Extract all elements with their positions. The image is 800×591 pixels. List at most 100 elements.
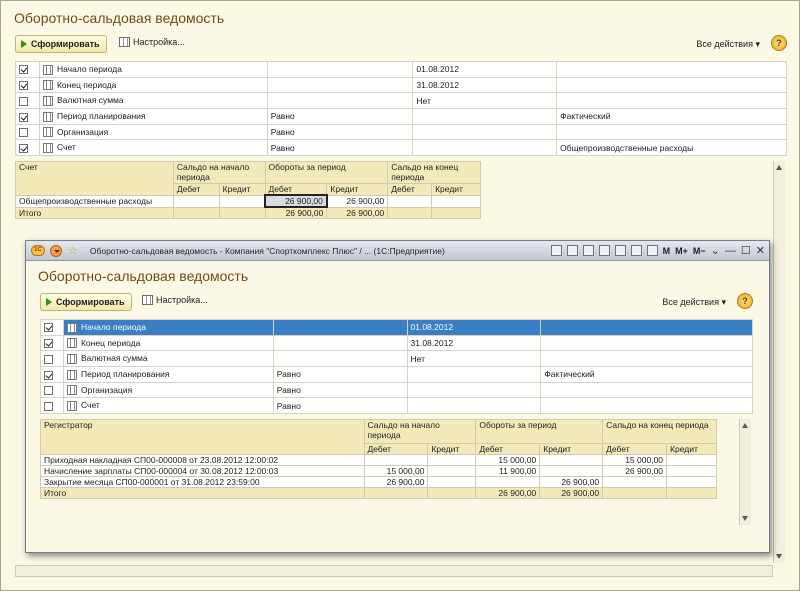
close-icon[interactable]: ✕ (756, 244, 765, 257)
main-horizontal-scrollbar[interactable] (15, 565, 773, 577)
parameter-value[interactable] (406, 381, 542, 399)
parameter-checkbox[interactable] (19, 96, 28, 106)
print-icon[interactable] (566, 245, 578, 256)
parameter-value[interactable]: Нет (412, 92, 558, 110)
parameter-condition[interactable]: Равно (266, 108, 414, 125)
parameter-extra[interactable] (540, 334, 753, 352)
parameter-condition[interactable] (266, 76, 414, 94)
parameter-checkbox[interactable] (44, 386, 53, 396)
parameter-extra[interactable] (556, 92, 787, 110)
parameter-checkbox-cell[interactable] (15, 139, 40, 157)
table-row[interactable]: Приходная накладная СП00-000008 от 23.08… (40, 454, 717, 466)
parameter-extra[interactable] (540, 319, 753, 336)
window-all-actions-menu[interactable]: Все действия (662, 297, 726, 308)
selected-cell[interactable]: 26 900,00 (264, 194, 328, 208)
parameter-checkbox-cell[interactable] (15, 108, 40, 125)
menu-icon[interactable] (50, 244, 62, 257)
parameter-value[interactable] (412, 123, 558, 141)
all-actions-menu[interactable]: Все действия (696, 39, 760, 50)
calculator-icon[interactable] (630, 245, 642, 256)
table-row[interactable]: Закрытие месяца СП00-000001 от 31.08.201… (40, 476, 717, 488)
parameter-value[interactable]: 01.08.2012 (406, 319, 542, 336)
parameter-checkbox[interactable] (44, 323, 53, 333)
parameter-row[interactable]: Начало периода 01.08.2012 (40, 319, 753, 336)
parameter-extra[interactable] (540, 397, 753, 415)
parameter-checkbox[interactable] (44, 339, 53, 349)
parameter-value[interactable] (406, 366, 542, 383)
parameter-checkbox[interactable] (19, 81, 28, 91)
main-vertical-scrollbar[interactable] (773, 161, 785, 563)
parameter-checkbox-cell[interactable] (40, 366, 64, 383)
parameter-condition[interactable]: Равно (266, 123, 414, 141)
memory-minus-button[interactable]: M− (693, 246, 706, 256)
parameter-row[interactable]: Начало периода 01.08.2012 (15, 61, 787, 78)
parameter-row[interactable]: Конец периода 31.08.2012 (40, 334, 753, 352)
parameter-checkbox[interactable] (19, 112, 28, 122)
window-titlebar[interactable]: 1С ☆ Оборотно-сальдовая ведомость - Комп… (26, 241, 769, 261)
window-vertical-scrollbar[interactable] (739, 419, 751, 525)
parameter-value[interactable]: 01.08.2012 (412, 61, 558, 78)
parameter-checkbox-cell[interactable] (15, 92, 40, 110)
parameter-value[interactable]: 31.08.2012 (412, 76, 558, 94)
parameter-row[interactable]: Организация Равно (15, 123, 787, 141)
parameter-condition[interactable]: Равно (272, 381, 408, 399)
calendar-icon[interactable] (646, 245, 658, 256)
memory-plus-button[interactable]: M+ (675, 246, 688, 256)
parameter-extra[interactable] (540, 381, 753, 399)
preview-icon[interactable] (582, 245, 594, 256)
parameter-extra[interactable]: Фактический (540, 366, 753, 383)
parameter-condition[interactable] (272, 334, 408, 352)
parameter-extra[interactable] (556, 61, 787, 78)
parameter-checkbox-cell[interactable] (40, 319, 64, 336)
parameter-row[interactable]: Счет Равно (40, 397, 753, 415)
parameter-row[interactable]: Конец периода 31.08.2012 (15, 76, 787, 94)
parameter-checkbox-cell[interactable] (40, 350, 64, 368)
parameter-checkbox[interactable] (19, 128, 28, 138)
parameter-condition[interactable]: Равно (272, 366, 408, 383)
window-settings-button[interactable]: Настройка... (142, 295, 208, 305)
dropdown-icon[interactable]: ⌄ (711, 244, 720, 257)
parameter-condition[interactable]: Равно (266, 139, 414, 157)
parameter-row[interactable]: Валютная сумма Нет (40, 350, 753, 368)
parameter-value[interactable]: Нет (406, 350, 542, 368)
parameter-checkbox[interactable] (19, 65, 28, 75)
parameter-checkbox-cell[interactable] (15, 123, 40, 141)
save-icon[interactable] (550, 245, 562, 256)
window-help-button[interactable]: ? (737, 293, 753, 309)
parameter-extra[interactable] (556, 76, 787, 94)
parameter-row[interactable]: Период планирования Равно Фактический (15, 108, 787, 125)
parameter-checkbox[interactable] (19, 143, 28, 153)
parameter-checkbox-cell[interactable] (40, 334, 64, 352)
parameter-checkbox[interactable] (44, 354, 53, 364)
parameter-condition[interactable] (266, 92, 414, 110)
parameter-extra[interactable]: Фактический (556, 108, 787, 125)
parameter-extra[interactable] (556, 123, 787, 141)
link-icon[interactable] (614, 245, 626, 256)
parameter-checkbox-cell[interactable] (15, 61, 40, 78)
parameter-row[interactable]: Организация Равно (40, 381, 753, 399)
parameter-value[interactable] (412, 108, 558, 125)
parameter-value[interactable] (406, 397, 542, 415)
parameter-checkbox-cell[interactable] (40, 381, 64, 399)
table-row[interactable]: Начисление зарплаты СП00-000004 от 30.08… (40, 465, 717, 477)
parameter-row[interactable]: Счет Равно Общепроизводственные расходы (15, 139, 787, 157)
table-row[interactable]: Общепроизводственные расходы 26 900,00 2… (15, 194, 481, 208)
parameter-checkbox-cell[interactable] (40, 397, 64, 415)
parameter-condition[interactable] (266, 61, 414, 78)
parameter-condition[interactable]: Равно (272, 397, 408, 415)
parameter-extra[interactable] (540, 350, 753, 368)
window-generate-button[interactable]: Сформировать (40, 293, 132, 311)
parameter-condition[interactable] (272, 350, 408, 368)
settings-button[interactable]: Настройка... (119, 37, 185, 47)
memory-button[interactable]: M (663, 246, 671, 256)
maximize-icon[interactable]: ☐ (741, 244, 751, 257)
parameter-row[interactable]: Период планирования Равно Фактический (40, 366, 753, 383)
help-button[interactable]: ? (771, 35, 787, 51)
parameter-value[interactable]: 31.08.2012 (406, 334, 542, 352)
generate-button[interactable]: Сформировать (15, 35, 107, 53)
parameter-checkbox[interactable] (44, 370, 53, 380)
parameter-value[interactable] (412, 139, 558, 157)
parameter-row[interactable]: Валютная сумма Нет (15, 92, 787, 110)
parameter-condition[interactable] (272, 319, 408, 336)
favorites-icon[interactable] (598, 245, 610, 256)
